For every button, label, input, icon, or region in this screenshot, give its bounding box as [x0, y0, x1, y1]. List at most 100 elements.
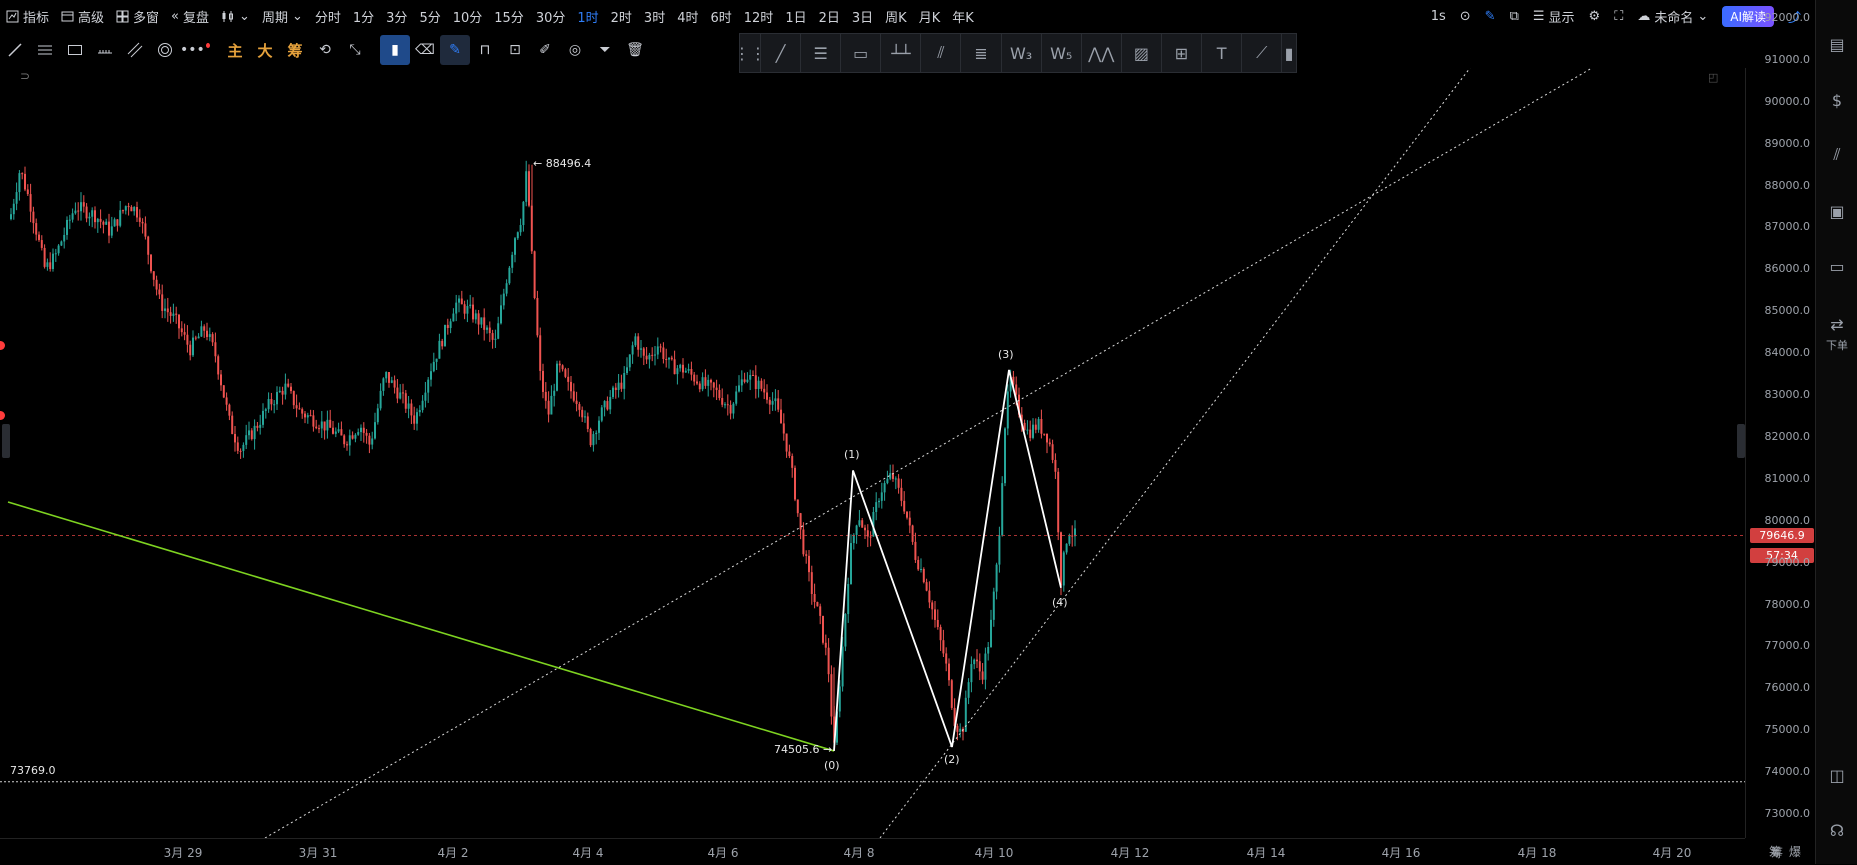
drag-handle[interactable]: ⋮⋮ — [734, 34, 766, 72]
display-button[interactable]: ☰ 显示 — [1527, 0, 1581, 32]
interval-0[interactable]: 分时 — [309, 0, 347, 32]
panel-pattern-tool[interactable]: ⋀⋀ — [1082, 34, 1122, 72]
circle-tool[interactable] — [150, 35, 180, 65]
camera-button[interactable]: ⊙ — [1454, 0, 1477, 32]
interval-8[interactable]: 2时 — [605, 0, 638, 32]
big-order-button[interactable]: 大 — [250, 35, 280, 65]
indicator-button[interactable]: 指标 — [0, 0, 55, 32]
price-tick: 79000.0 — [1764, 555, 1811, 569]
order-button[interactable]: ⇄ — [1825, 312, 1849, 336]
more-tools[interactable]: ••• — [180, 35, 210, 65]
burst-axis-button[interactable]: 爆 — [1789, 843, 1801, 860]
interval-15[interactable]: 3日 — [846, 0, 879, 32]
support-button[interactable]: ☊ — [1825, 818, 1849, 842]
note-tool[interactable]: ✐ — [530, 35, 560, 65]
interval-1[interactable]: 1分 — [347, 0, 380, 32]
panel-collapse[interactable]: ▮ — [1282, 34, 1296, 72]
monitor-icon: ▣ — [1829, 201, 1845, 221]
draw-tool[interactable]: ✎ — [440, 35, 470, 65]
interval-13[interactable]: 1日 — [779, 0, 812, 32]
indicator-icon — [6, 10, 19, 22]
candle-body — [922, 568, 925, 583]
fullscreen-button[interactable]: ⛶ — [1608, 0, 1629, 32]
price-axis[interactable]: 79646.9 57:34 92000.0 91000.0 90000.0 89000… — [1745, 11, 1816, 838]
pen-button[interactable]: ✎ — [1479, 0, 1502, 32]
horizontal-lines-icon — [38, 45, 52, 55]
interval-18[interactable]: 年K — [946, 0, 980, 32]
interval-7[interactable]: 1时 — [571, 0, 604, 32]
wallet-button[interactable]: $ — [1825, 88, 1849, 112]
magnet-tool[interactable]: ⊓ — [470, 35, 500, 65]
panel-fib-tool[interactable]: ≣ — [961, 34, 1002, 72]
advanced-button[interactable]: 高级 — [55, 0, 110, 32]
chips-axis-button[interactable]: 筹 — [1769, 843, 1781, 860]
interval-5[interactable]: 15分 — [488, 0, 530, 32]
lock-icon: ⊡ — [509, 42, 521, 58]
price-tick: 88000.0 — [1764, 178, 1811, 192]
bookmark-tool[interactable]: ▮ — [380, 35, 410, 65]
trend-button[interactable]: ⫽ — [1825, 143, 1849, 167]
line-tool[interactable] — [0, 35, 30, 65]
rect-tool[interactable] — [60, 35, 90, 65]
settings-button[interactable]: ⚙ — [1583, 0, 1607, 32]
interval-2[interactable]: 3分 — [380, 0, 413, 32]
measure-tool[interactable]: ⤡ — [340, 35, 370, 65]
panel-image-tool[interactable]: ▨ — [1122, 34, 1162, 72]
seconds-button[interactable]: 1s — [1425, 0, 1452, 32]
eraser-tool[interactable]: ⌫ — [410, 35, 440, 65]
layout-button[interactable]: ◫ — [1825, 763, 1849, 787]
hide-tool[interactable]: ◎ — [560, 35, 590, 65]
candle-body — [362, 427, 365, 433]
lock-tool[interactable]: ⊡ — [500, 35, 530, 65]
panel-hline-tool[interactable]: ☰ — [801, 34, 842, 72]
candle-body — [514, 238, 516, 255]
edit-button[interactable]: ⧉ — [1504, 0, 1525, 32]
panel-wave3-tool[interactable]: W₃ — [1002, 34, 1042, 72]
panel-line-tool[interactable]: ╱ — [761, 34, 802, 72]
interval-6[interactable]: 30分 — [530, 0, 572, 32]
chart-area[interactable]: ⊃ ◰ ← 88496.4 74505.6 → 73769.0 (0) (1) … — [0, 68, 1745, 838]
panel-frame-tool[interactable]: ⊞ — [1162, 34, 1203, 72]
panel-ruler-tool[interactable]: ┴┴ — [881, 34, 922, 72]
panel-wave5-tool[interactable]: W₅ — [1042, 34, 1082, 72]
multi-window-button[interactable]: 多窗 — [110, 0, 165, 32]
watchlist-button[interactable]: ▤ — [1825, 32, 1849, 56]
main-chart-button[interactable]: 主 — [220, 35, 250, 65]
chips-button[interactable]: 筹 — [280, 35, 310, 65]
depth-button[interactable]: ▣ — [1825, 199, 1849, 223]
time-axis[interactable]: 筹 3月 29 3月 31 4月 2 4月 4 4月 6 4月 8 4月 10 4月 12 4月… — [0, 838, 1783, 865]
panel-rect-tool[interactable]: ▭ — [841, 34, 882, 72]
candle-body — [427, 379, 430, 393]
interval-17[interactable]: 月K — [913, 0, 947, 32]
candle-type-dropdown[interactable]: ⌄ — [215, 0, 256, 32]
hline-tool[interactable] — [30, 35, 60, 65]
chart-settings-icon[interactable]: ◰ — [1708, 71, 1718, 84]
filter-tool[interactable]: ⏷ — [590, 35, 620, 65]
toggle-tool[interactable]: ⟲ — [310, 35, 340, 65]
panel-channel-tool[interactable]: ⫽ — [921, 34, 962, 72]
panel-text-tool[interactable]: T — [1202, 34, 1243, 72]
interval-16[interactable]: 周K — [879, 0, 913, 32]
panel-brush-tool[interactable]: ⟋ — [1242, 34, 1283, 72]
period-dropdown[interactable]: 周期 ⌄ — [256, 0, 309, 32]
interval-11[interactable]: 6时 — [704, 0, 737, 32]
expand-icon[interactable]: ⊃ — [20, 69, 30, 83]
interval-4[interactable]: 10分 — [447, 0, 489, 32]
channel-tool[interactable] — [120, 35, 150, 65]
interval-10[interactable]: 4时 — [671, 0, 704, 32]
candle-body — [472, 304, 474, 320]
interval-9[interactable]: 3时 — [638, 0, 671, 32]
candlestick-chart[interactable] — [0, 68, 1745, 838]
interval-14[interactable]: 2日 — [813, 0, 846, 32]
layout-name-dropdown[interactable]: ☁ 未命名 ⌄ — [1631, 0, 1714, 32]
replay-button[interactable]: « 复盘 — [165, 0, 215, 32]
period-label: 周期 — [261, 10, 288, 26]
interval-12[interactable]: 12时 — [738, 0, 780, 32]
ruler-tool[interactable] — [90, 35, 120, 65]
candle-body — [360, 427, 362, 433]
info-button[interactable]: ▭ — [1825, 254, 1849, 278]
left-panel-handle[interactable] — [2, 424, 10, 458]
interval-3[interactable]: 5分 — [413, 0, 446, 32]
delete-tool[interactable]: 🗑 — [620, 35, 650, 65]
right-panel-handle[interactable] — [1737, 424, 1745, 458]
